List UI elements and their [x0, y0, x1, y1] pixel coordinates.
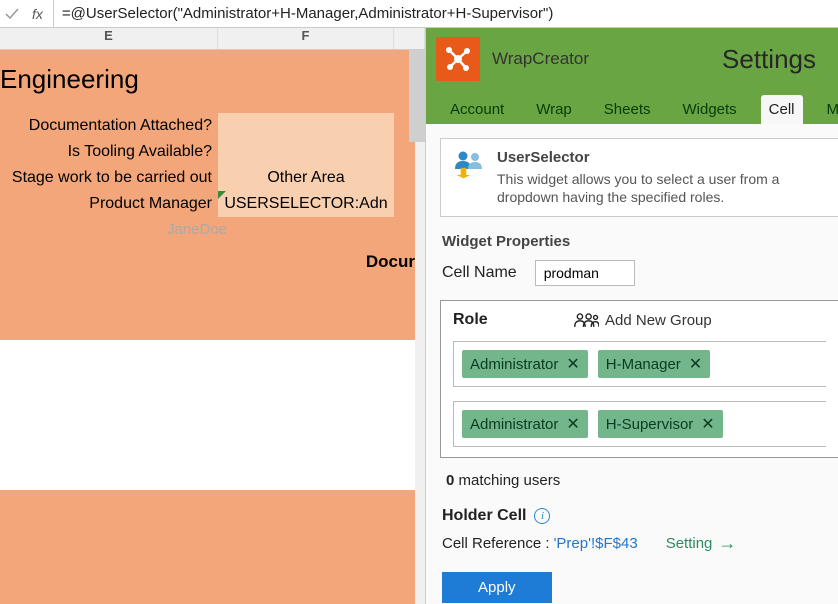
tab-cell[interactable]: Cell	[761, 95, 803, 124]
add-new-group-label: Add New Group	[605, 312, 712, 329]
fx-label[interactable]: fx	[28, 0, 54, 27]
ghost-value: JaneDoe	[0, 217, 394, 238]
chip-remove-icon[interactable]: ✕	[566, 354, 579, 374]
userselector-icon	[453, 149, 485, 206]
cell-name-label: Cell Name	[442, 264, 517, 282]
row-value-userselector[interactable]: USERSELECTOR:Adn	[218, 191, 394, 217]
row-value[interactable]: Other Area	[218, 165, 394, 191]
holder-cell-label: Holder Cell	[442, 507, 526, 525]
row-label: Is Tooling Available?	[0, 143, 218, 161]
matching-text: matching users	[459, 472, 561, 489]
row-value[interactable]	[218, 139, 394, 165]
scrollbar-thumb[interactable]	[409, 50, 425, 142]
sheet-row[interactable]: Documentation Attached?	[0, 113, 425, 139]
blank-region	[0, 340, 422, 490]
column-header-f[interactable]: F	[218, 28, 394, 49]
check-icon[interactable]	[4, 6, 20, 22]
info-icon[interactable]: i	[534, 508, 550, 524]
cell-reference-label: Cell Reference :	[442, 535, 550, 552]
app-name: WrapCreator	[492, 49, 589, 69]
row-value[interactable]	[218, 113, 394, 139]
chip-remove-icon[interactable]: ✕	[566, 414, 579, 434]
row-label: Product Manager	[0, 195, 218, 213]
chip-remove-icon[interactable]: ✕	[689, 354, 702, 374]
role-chip: H-Manager ✕	[598, 350, 710, 378]
cell-name-input[interactable]	[535, 260, 635, 286]
chip-label: Administrator	[470, 416, 558, 433]
column-header-e[interactable]: E	[0, 28, 218, 49]
panel-header: WrapCreator Settings	[426, 28, 838, 90]
setting-link[interactable]: Setting →	[666, 533, 737, 554]
sheet-row[interactable]: Is Tooling Available?	[0, 139, 425, 165]
tab-account[interactable]: Account	[442, 95, 512, 124]
matching-count: 0	[446, 472, 454, 489]
role-chip: H-Supervisor ✕	[598, 410, 723, 438]
sheet-row[interactable]: Product Manager USERSELECTOR:Adn	[0, 191, 425, 217]
chip-label: H-Manager	[606, 356, 681, 373]
formula-input[interactable]: =@UserSelector("Administrator+H-Manager,…	[54, 0, 838, 27]
people-group-icon	[573, 311, 599, 329]
row-label: Documentation Attached?	[0, 117, 218, 135]
chip-remove-icon[interactable]: ✕	[701, 414, 714, 434]
role-label: Role	[453, 311, 573, 329]
page-title: Settings	[722, 44, 816, 75]
add-new-group-button[interactable]: Add New Group	[573, 311, 712, 329]
apply-button[interactable]: Apply	[442, 572, 552, 603]
chip-label: H-Supervisor	[606, 416, 694, 433]
sheet-area: E F Engineering Documentation Attached? …	[0, 28, 426, 604]
role-chip: Administrator ✕	[462, 350, 588, 378]
tabs: Account Wrap Sheets Widgets Cell Message…	[426, 90, 838, 124]
tab-wrap[interactable]: Wrap	[528, 95, 580, 124]
setting-link-label: Setting	[666, 535, 713, 552]
widget-description: This widget allows you to select a user …	[497, 170, 826, 206]
widget-properties-title: Widget Properties	[442, 233, 838, 250]
tab-widgets[interactable]: Widgets	[674, 95, 744, 124]
cell-error-triangle-icon	[218, 191, 226, 199]
arrow-right-icon: →	[718, 533, 736, 554]
role-group-row[interactable]: Administrator ✕ H-Manager ✕	[453, 341, 826, 387]
matching-users: 0 matching users	[446, 472, 838, 489]
role-box: Role Add New Group Administrator ✕ H-Mana…	[440, 300, 838, 458]
formula-bar: fx =@UserSelector("Administrator+H-Manag…	[0, 0, 838, 28]
column-headers: E F	[0, 28, 425, 50]
sheet-title[interactable]: Engineering	[0, 50, 425, 113]
chip-label: Administrator	[470, 356, 558, 373]
widget-info-box: UserSelector This widget allows you to s…	[440, 138, 838, 217]
sheet-row[interactable]: Stage work to be carried out Other Area	[0, 165, 425, 191]
tab-messages[interactable]: Messages	[819, 95, 838, 124]
row-label: Stage work to be carried out	[0, 169, 218, 187]
settings-panel: WrapCreator Settings Account Wrap Sheets…	[426, 28, 838, 604]
tab-sheets[interactable]: Sheets	[596, 95, 659, 124]
holder-cell-title: Holder Cell i	[442, 507, 838, 525]
app-logo-icon	[436, 37, 480, 81]
role-chip: Administrator ✕	[462, 410, 588, 438]
widget-name: UserSelector	[497, 149, 826, 166]
cell-reference-value[interactable]: 'Prep'!$F$43	[554, 535, 638, 552]
role-group-row[interactable]: Administrator ✕ H-Supervisor ✕	[453, 401, 826, 447]
docur-label: Docur	[0, 252, 425, 272]
cell-text: USERSELECTOR:Adn	[224, 195, 387, 213]
